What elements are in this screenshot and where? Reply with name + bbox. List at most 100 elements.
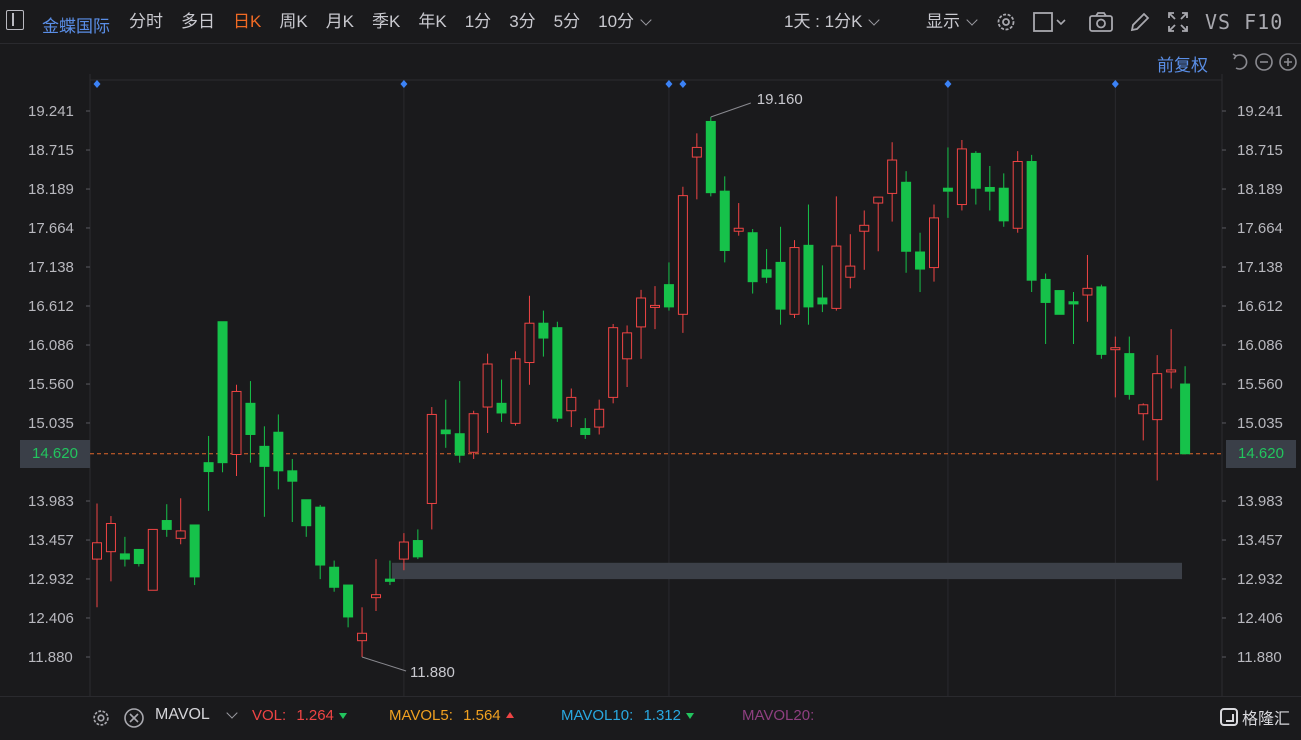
fullscreen-icon[interactable]: [1166, 10, 1190, 34]
candle-down: [412, 540, 423, 558]
tab-5min[interactable]: 5分: [545, 0, 589, 44]
mavol10-readout: MAVOL10: 1.312: [561, 707, 694, 724]
event-marker-icon: [400, 80, 408, 88]
display-menu[interactable]: 显示: [926, 0, 978, 44]
logo-text: 格隆汇: [1242, 711, 1291, 728]
gear-icon[interactable]: [994, 10, 1018, 34]
chevron-down-icon: [868, 14, 881, 26]
adjust-mode-button[interactable]: 前复权: [1157, 51, 1208, 76]
candle-up: [175, 530, 186, 539]
mavol20-label: MAVOL20:: [742, 707, 815, 724]
event-marker-icon: [679, 80, 687, 88]
candle-up: [956, 148, 967, 206]
y-tick-left: 11.880: [28, 649, 73, 666]
candle-down: [1026, 161, 1037, 281]
tab-monthly-k[interactable]: 月K: [317, 0, 363, 44]
candle-down: [496, 402, 507, 414]
y-tick-left: 13.983: [28, 493, 74, 510]
low-leader-line: [361, 656, 407, 672]
tab-intraday[interactable]: 分时: [120, 0, 172, 44]
square-icon[interactable]: [1032, 10, 1066, 34]
candle-down: [663, 284, 674, 308]
candle-up: [92, 542, 102, 560]
candle-down: [217, 321, 228, 464]
candle-up: [1152, 373, 1163, 421]
high-label: 19.160: [757, 91, 803, 108]
chevron-down-icon[interactable]: [226, 707, 238, 724]
gelonghui-logo: 格隆汇: [1220, 705, 1290, 729]
y-tick-left: 17.664: [28, 220, 74, 237]
candle-down: [998, 187, 1009, 222]
candle-up: [691, 146, 702, 158]
event-marker-icon: [665, 80, 673, 88]
close-icon[interactable]: [123, 707, 145, 733]
candle-down: [1096, 286, 1107, 355]
vs-f10-button[interactable]: VS F10: [1205, 10, 1283, 34]
candle-down: [915, 251, 926, 270]
vol-value: 1.264: [296, 707, 334, 724]
y-tick-right: 17.138: [1237, 259, 1283, 276]
candle-up: [845, 265, 856, 278]
y-tick-right: 11.880: [1237, 649, 1282, 666]
period-selector[interactable]: 1天 : 1分K: [784, 0, 881, 44]
support-band: [391, 562, 1182, 580]
candle-down: [901, 181, 912, 252]
candle-down: [189, 524, 200, 578]
candle-up: [398, 541, 409, 560]
stock-name[interactable]: 金蝶国际: [42, 12, 110, 37]
tab-10min[interactable]: 10分: [589, 0, 659, 44]
indicator-bar: MAVOL VOL: 1.264 MAVOL5: 1.564 MAVOL10: …: [0, 696, 1301, 740]
candle-down: [273, 431, 284, 472]
top-toolbar: 金蝶国际 分时 多日 日K 周K 月K 季K 年K 1分 3分 5分 10分 1…: [0, 0, 1301, 44]
candle-down: [1124, 353, 1135, 395]
low-label: 11.880: [410, 664, 455, 681]
chevron-down-icon: [640, 14, 652, 26]
tab-daily-k[interactable]: 日K: [224, 0, 270, 44]
tab-3min[interactable]: 3分: [500, 0, 544, 44]
candle-up: [1110, 347, 1121, 351]
candle-up: [1138, 404, 1149, 415]
vol-label: VOL:: [252, 707, 287, 724]
y-tick-left: 16.612: [28, 298, 74, 315]
pencil-icon[interactable]: [1128, 10, 1152, 34]
event-marker-icon: [93, 80, 101, 88]
candle-up: [733, 227, 744, 232]
sidebar-toggle-icon[interactable]: [6, 10, 24, 30]
candle-down: [984, 186, 995, 192]
mavol5-label: MAVOL5:: [389, 707, 453, 724]
candle-down: [705, 120, 716, 194]
candle-up: [650, 304, 660, 308]
candle-down: [1054, 290, 1065, 315]
tab-quarterly-k[interactable]: 季K: [363, 0, 409, 44]
candle-up: [371, 594, 381, 599]
y-tick-left: 12.406: [28, 610, 74, 627]
candle-down: [259, 445, 270, 467]
high-leader-line: [710, 102, 751, 118]
y-tick-right: 18.189: [1237, 181, 1283, 198]
candlestick-chart[interactable]: 19.241 19.241 18.715 18.715 18.189 18.189 17.6…: [0, 74, 1301, 696]
tab-multi-day[interactable]: 多日: [172, 0, 224, 44]
candle-up: [608, 327, 619, 398]
y-tick-right: 19.241: [1237, 103, 1283, 120]
camera-icon[interactable]: [1088, 10, 1114, 34]
candle-up: [357, 632, 368, 642]
gear-icon[interactable]: [90, 707, 112, 733]
mavol5-value: 1.564: [463, 707, 501, 724]
tab-10min-label: 10分: [598, 12, 635, 31]
candle-up: [482, 363, 493, 408]
candle-down: [440, 429, 451, 435]
tab-weekly-k[interactable]: 周K: [270, 0, 316, 44]
tab-1min[interactable]: 1分: [456, 0, 500, 44]
indicator-name[interactable]: MAVOL: [155, 706, 210, 724]
chevron-down-icon: [966, 14, 978, 26]
candle-up: [873, 196, 884, 204]
y-tick-left: 13.457: [28, 532, 74, 549]
tab-yearly-k[interactable]: 年K: [409, 0, 455, 44]
y-tick-left: 12.932: [28, 571, 74, 588]
candle-down: [245, 402, 256, 435]
y-tick-left: 19.241: [28, 103, 74, 120]
mavol5-readout: MAVOL5: 1.564: [389, 707, 514, 724]
mavol10-value: 1.312: [643, 707, 681, 724]
candle-down: [761, 269, 772, 278]
candle-up: [622, 332, 633, 360]
